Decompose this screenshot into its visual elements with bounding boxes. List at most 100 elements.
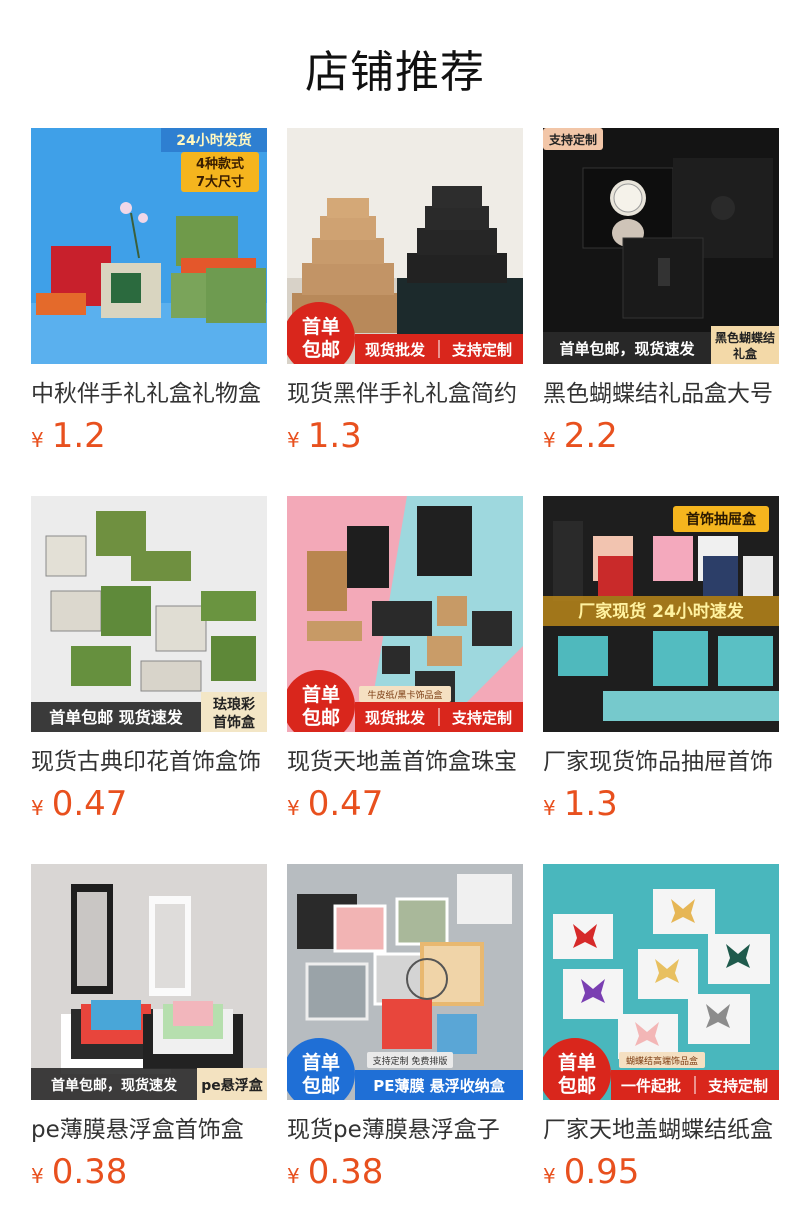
product-name[interactable]: 黑色蝴蝶结礼品盒大号 [543,378,779,410]
product-name[interactable]: 中秋伴手礼礼盒礼物盒 [31,378,267,410]
product-card[interactable]: 首单 包邮 牛皮纸/黑卡饰品盒 现货批发 支持定制 现货天地盖首饰盒珠宝 ¥0.… [287,496,523,826]
promo-bottom-strip: 一件起批 支持定制 [611,1070,779,1100]
currency-symbol: ¥ [31,796,44,820]
product-price: ¥0.95 [543,1152,639,1192]
product-price: ¥1.3 [287,416,362,456]
badge-text: 7大尺寸 [196,174,244,190]
product-name[interactable]: 现货pe薄膜悬浮盒子 [287,1114,523,1146]
product-card[interactable]: 支持定制 首单包邮，现货速发 黑色蝴蝶结 礼盒 黑色蝴蝶结礼品盒大号 ¥2.2 [543,128,779,458]
badge-text: 首单 [302,683,340,706]
product-card[interactable]: 首单 包邮 蝴蝶结高端饰品盒 一件起批 支持定制 厂家天地盖蝴蝶结纸盒 ¥0.9… [543,864,779,1194]
badge-text: 厂家现货 24小时速发 [578,601,745,622]
promo-bottom-strip: 首单包邮，现货速发 pe悬浮盒 [31,1068,267,1100]
product-card[interactable]: 24小时发货 4种款式 7大尺寸 中秋伴手礼礼盒礼物盒 ¥1.2 [31,128,267,458]
currency-symbol: ¥ [543,796,556,820]
badge-text: 包邮 [558,1074,596,1097]
style-size-badge: 4种款式 7大尺寸 [181,152,259,192]
badge-text: 首单包邮，现货速发 [559,340,695,358]
badge-text: 包邮 [302,1074,340,1097]
product-name[interactable]: pe薄膜悬浮盒首饰盒 [31,1114,267,1146]
product-name[interactable]: 厂家现货饰品抽屉首饰 [543,746,779,778]
price-value: 1.3 [307,416,362,456]
price-value: 0.95 [563,1152,640,1192]
price-value: 0.47 [51,784,128,824]
custom-layout-tag: 支持定制 免费排版 [367,1052,453,1068]
currency-symbol: ¥ [31,1164,44,1188]
badge-text: 首单 [558,1051,596,1074]
currency-symbol: ¥ [543,428,556,452]
product-name[interactable]: 厂家天地盖蝴蝶结纸盒 [543,1114,779,1146]
product-name[interactable]: 现货古典印花首饰盒饰 [31,746,267,778]
drawer-box-tag: 首饰抽屉盒 [673,506,769,532]
product-name[interactable]: 现货黑伴手礼礼盒简约 [287,378,523,410]
badge-text: 首单 [302,315,340,338]
product-card[interactable]: 首单包邮，现货速发 pe悬浮盒 pe薄膜悬浮盒首饰盒 ¥0.38 [31,864,267,1194]
badge-text: 包邮 [302,338,340,361]
product-price: ¥0.38 [31,1152,127,1192]
badge-text: 包邮 [302,706,340,729]
product-series-tag: 蝴蝶结高端饰品盒 [619,1052,705,1068]
currency-symbol: ¥ [31,428,44,452]
currency-symbol: ¥ [287,428,300,452]
price-value: 1.3 [563,784,618,824]
product-image[interactable]: 首单 包邮 蝴蝶结高端饰品盒 一件起批 支持定制 [543,864,779,1100]
product-price: ¥0.38 [287,1152,383,1192]
badge-text: 支持定制 免费排版 [373,1055,448,1067]
badge-text: 现货批发 [365,341,426,359]
badge-text: 蝴蝶结高端饰品盒 [626,1055,698,1067]
promo-bottom-strip: 现货批发 支持定制 [355,334,523,364]
badge-text: pe悬浮盒 [201,1077,264,1094]
badge-24h: 24小时发货 [161,128,267,152]
badge-text: 现货批发 [365,709,426,727]
product-price: ¥0.47 [31,784,127,824]
price-value: 0.38 [307,1152,384,1192]
product-price: ¥2.2 [543,416,618,456]
badge-text: 首单 [302,1051,340,1074]
badge-text: 一件起批 [621,1077,681,1095]
promo-bottom-strip: PE薄膜 悬浮收纳盒 [355,1070,523,1100]
badge-text: 黑色蝴蝶结 [715,330,775,345]
promo-banner: 厂家现货 24小时速发 [543,596,779,626]
material-tag: 牛皮纸/黑卡饰品盒 [359,686,451,702]
badge-text: 首饰盒 [213,714,256,731]
product-image[interactable]: 首饰抽屉盒 厂家现货 24小时速发 [543,496,779,732]
badge-text: 支持定制 [707,1077,768,1095]
product-image[interactable]: 首单包邮，现货速发 pe悬浮盒 [31,864,267,1100]
badge-text: 4种款式 [196,156,244,172]
product-name[interactable]: 现货天地盖首饰盒珠宝 [287,746,523,778]
product-price: ¥1.3 [543,784,618,824]
badge-text: 牛皮纸/黑卡饰品盒 [367,689,442,701]
price-value: 2.2 [563,416,618,456]
product-card[interactable]: 首单 包邮 支持定制 免费排版 PE薄膜 悬浮收纳盒 现货pe薄膜悬浮盒子 ¥0… [287,864,523,1194]
custom-tag: 支持定制 [543,128,603,150]
product-card[interactable]: 首饰抽屉盒 厂家现货 24小时速发 厂家现货饰品抽屉首饰 ¥1.3 [543,496,779,826]
product-price: ¥0.47 [287,784,383,824]
product-card[interactable]: 首单包邮 现货速发 珐琅彩 首饰盒 现货古典印花首饰盒饰 ¥0.47 [31,496,267,826]
page-title: 店铺推荐 [305,47,485,98]
badge-text: 首饰抽屉盒 [686,511,757,528]
price-value: 1.2 [51,416,106,456]
price-value: 0.47 [307,784,384,824]
product-card[interactable]: 首单 包邮 现货批发 支持定制 现货黑伴手礼礼盒简约 ¥1.3 [287,128,523,458]
currency-symbol: ¥ [543,1164,556,1188]
product-image[interactable]: 首单包邮 现货速发 珐琅彩 首饰盒 [31,496,267,732]
badge-text: PE薄膜 悬浮收纳盒 [373,1077,505,1095]
product-price: ¥1.2 [31,416,106,456]
badge-text: 24小时发货 [176,132,251,149]
badge-text: 珐琅彩 [213,696,255,713]
badge-text: 首单包邮，现货速发 [51,1077,178,1094]
badge-text: 礼盒 [733,346,758,361]
promo-bottom-strip: 现货批发 支持定制 [355,702,523,732]
product-image[interactable]: 首单 包邮 现货批发 支持定制 [287,128,523,364]
product-image[interactable]: 支持定制 首单包邮，现货速发 黑色蝴蝶结 礼盒 [543,128,779,364]
currency-symbol: ¥ [287,796,300,820]
badge-text: 首单包邮 现货速发 [49,708,184,727]
product-image[interactable]: 首单 包邮 支持定制 免费排版 PE薄膜 悬浮收纳盒 [287,864,523,1100]
currency-symbol: ¥ [287,1164,300,1188]
badge-text: 支持定制 [451,709,512,727]
badge-text: 支持定制 [548,132,597,147]
badge-text: 支持定制 [451,341,512,359]
product-image[interactable]: 首单 包邮 牛皮纸/黑卡饰品盒 现货批发 支持定制 [287,496,523,732]
product-image[interactable]: 24小时发货 4种款式 7大尺寸 [31,128,267,364]
price-value: 0.38 [51,1152,128,1192]
